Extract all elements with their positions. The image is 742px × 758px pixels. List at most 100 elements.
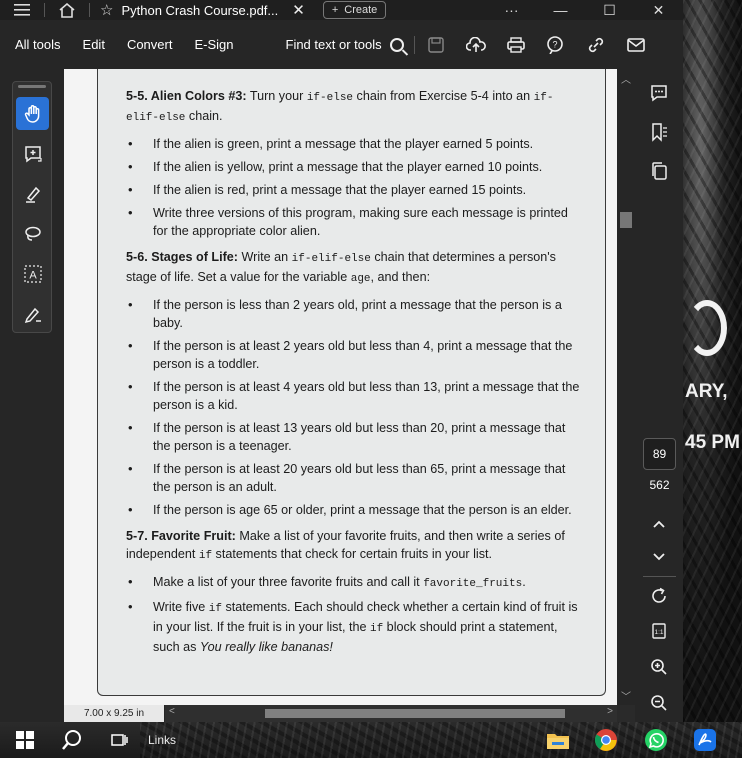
- scroll-right-arrow-icon[interactable]: >: [607, 706, 613, 717]
- bookmarks-icon[interactable]: [647, 121, 671, 143]
- menu-convert[interactable]: Convert: [109, 37, 173, 52]
- acrobat-icon[interactable]: [692, 728, 718, 752]
- page-size-label: 7.00 x 9.25 in: [64, 705, 164, 722]
- scroll-down-arrow-icon[interactable]: ﹀: [617, 688, 635, 703]
- list-item: If the alien is green, print a message t…: [126, 135, 581, 153]
- list-item: If the person is at least 20 years old b…: [126, 460, 581, 496]
- close-tab-icon[interactable]: ✕: [292, 1, 305, 19]
- wallpaper-text-date: ARY,: [685, 381, 728, 402]
- menu-edit[interactable]: Edit: [65, 37, 105, 52]
- link-icon[interactable]: [585, 35, 607, 55]
- hamburger-menu-icon[interactable]: [0, 0, 44, 20]
- list-item: Make a list of your three favorite fruit…: [126, 573, 581, 593]
- list-item: If the person is at least 4 years old bu…: [126, 378, 581, 414]
- wallpaper-text-time: 45 PM: [685, 432, 740, 453]
- quick-tools: ?: [425, 35, 647, 55]
- text-select-icon[interactable]: A: [16, 257, 49, 290]
- next-page-icon[interactable]: [647, 546, 671, 568]
- copy-pages-icon[interactable]: [647, 160, 671, 182]
- menu-all-tools[interactable]: All tools: [0, 37, 61, 52]
- search-icon: [389, 37, 404, 52]
- exercise-5-7-list: Make a list of your three favorite fruit…: [126, 573, 581, 656]
- document-tab[interactable]: ☆ Python Crash Course.pdf... ✕: [90, 0, 315, 20]
- find-text-or-tools[interactable]: Find text or tools: [286, 37, 404, 52]
- minimize-icon[interactable]: —: [536, 2, 585, 18]
- cloud-upload-icon[interactable]: [465, 35, 487, 55]
- file-explorer-icon[interactable]: [545, 728, 571, 752]
- list-item: Write five if statements. Each should ch…: [126, 598, 581, 656]
- find-label: Find text or tools: [285, 37, 382, 52]
- svg-text:1:1: 1:1: [654, 629, 663, 636]
- exercise-5-6-list: If the person is less than 2 years old, …: [126, 296, 581, 519]
- highlight-icon[interactable]: [16, 177, 49, 210]
- panel-grip[interactable]: [18, 85, 46, 88]
- maximize-icon[interactable]: ☐: [585, 2, 634, 19]
- star-icon[interactable]: ☆: [100, 1, 113, 19]
- tab-title: Python Crash Course.pdf...: [121, 2, 279, 18]
- exercise-title: 5-5. Alien Colors #3:: [126, 89, 247, 103]
- left-tool-area: A: [0, 69, 64, 722]
- right-panel: 89 562 1:1: [635, 69, 683, 722]
- current-page-input[interactable]: 89: [643, 438, 676, 470]
- list-item: If the alien is yellow, print a message …: [126, 158, 581, 176]
- links-toolbar-label[interactable]: Links: [148, 733, 176, 747]
- list-item: If the alien is red, print a message tha…: [126, 181, 581, 199]
- pdf-page: 5-5. Alien Colors #3: Turn your if-else …: [97, 69, 606, 696]
- list-item: If the person is at least 2 years old bu…: [126, 337, 581, 373]
- lasso-draw-icon[interactable]: [16, 217, 49, 250]
- menu-e-sign[interactable]: E-Sign: [176, 37, 233, 52]
- exercise-5-7-intro: 5-7. Favorite Fruit: Make a list of your…: [126, 529, 565, 562]
- print-icon[interactable]: [505, 35, 527, 55]
- create-label: Create: [344, 4, 378, 16]
- chrome-icon[interactable]: [593, 728, 619, 752]
- comments-icon[interactable]: [647, 82, 671, 104]
- list-item: If the person is less than 2 years old, …: [126, 296, 581, 332]
- whatsapp-icon[interactable]: [643, 728, 669, 752]
- zoom-out-icon[interactable]: [647, 692, 671, 714]
- svg-text:A: A: [29, 269, 37, 281]
- page-content: 5-5. Alien Colors #3: Turn your if-else …: [126, 87, 581, 664]
- taskbar: Links: [0, 722, 742, 758]
- divider: [643, 576, 676, 577]
- close-window-icon[interactable]: ✕: [634, 2, 683, 19]
- windows-start-icon[interactable]: [14, 728, 36, 752]
- hand-tool-icon[interactable]: [16, 97, 49, 130]
- scrollbar-thumb[interactable]: [265, 709, 565, 718]
- list-item: If the person is at least 13 years old b…: [126, 419, 581, 455]
- more-options-icon[interactable]: ···: [487, 2, 536, 18]
- exercise-5-5-intro: 5-5. Alien Colors #3: Turn your if-else …: [126, 89, 554, 124]
- exercise-5-6-intro: 5-6. Stages of Life: Write an if-elif-el…: [126, 250, 556, 285]
- exercise-title: 5-7. Favorite Fruit:: [126, 529, 236, 543]
- window-controls: ··· — ☐ ✕: [487, 2, 683, 19]
- scrollbar-thumb[interactable]: [620, 212, 632, 228]
- status-bar: 7.00 x 9.25 in < >: [64, 705, 617, 722]
- horizontal-scrollbar[interactable]: < >: [165, 705, 617, 722]
- save-icon[interactable]: [425, 35, 447, 55]
- home-icon[interactable]: [45, 0, 89, 20]
- menu-bar: All tools Edit Convert E-Sign Find text …: [0, 20, 683, 69]
- exercise-title: 5-6. Stages of Life:: [126, 250, 238, 264]
- vertical-scrollbar[interactable]: ︿ ﹀: [617, 69, 635, 705]
- rotate-icon[interactable]: [647, 585, 671, 607]
- desktop-wallpaper: ARY, 45 PM: [683, 0, 742, 722]
- previous-page-icon[interactable]: [647, 513, 671, 535]
- zoom-in-icon[interactable]: [647, 656, 671, 678]
- add-comment-icon[interactable]: [16, 137, 49, 170]
- fit-page-icon[interactable]: 1:1: [647, 620, 671, 642]
- scroll-up-arrow-icon[interactable]: ︿: [617, 71, 635, 86]
- search-icon[interactable]: [60, 728, 84, 752]
- scroll-left-arrow-icon[interactable]: <: [169, 706, 175, 717]
- email-icon[interactable]: [625, 35, 647, 55]
- svg-text:?: ?: [552, 39, 557, 49]
- total-pages: 562: [649, 478, 670, 492]
- plus-icon: +: [331, 4, 339, 16]
- wallpaper-texture: [683, 0, 742, 722]
- left-bottom-filler: [0, 705, 64, 722]
- list-item: If the person is age 65 or older, print …: [126, 501, 581, 519]
- exercise-5-5-list: If the alien is green, print a message t…: [126, 135, 581, 240]
- ai-assistant-icon[interactable]: ?: [545, 35, 567, 55]
- title-bar: ☆ Python Crash Course.pdf... ✕ + Create …: [0, 0, 683, 20]
- task-view-icon[interactable]: [108, 728, 130, 752]
- create-button[interactable]: + Create: [322, 1, 387, 19]
- fill-sign-icon[interactable]: [16, 297, 49, 330]
